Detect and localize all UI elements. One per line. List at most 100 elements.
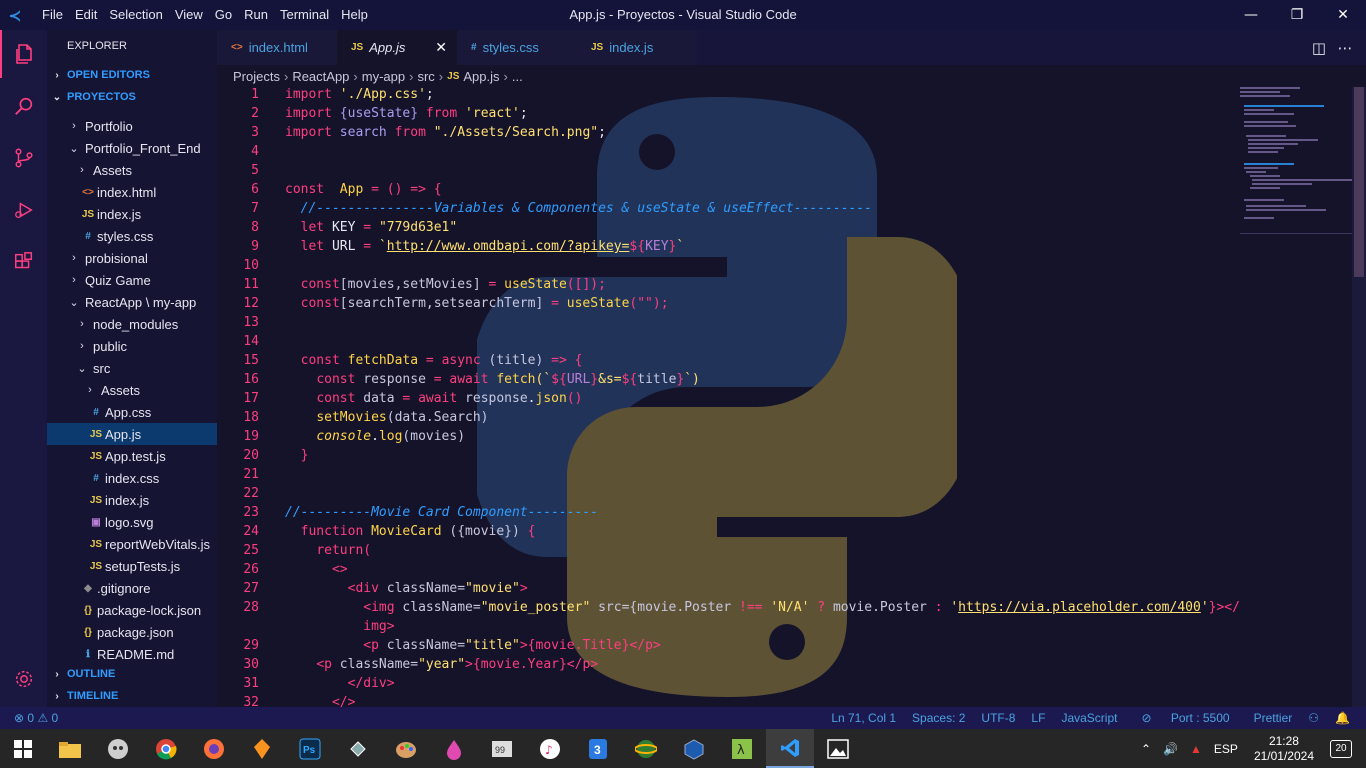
tab-index-js[interactable]: JS index.js <box>577 30 697 65</box>
tree-folder[interactable]: › public <box>47 335 217 357</box>
warning-tray-icon[interactable]: ▲ <box>1190 742 1202 756</box>
inkscape-icon[interactable] <box>334 729 382 768</box>
run-debug-icon[interactable] <box>0 186 47 234</box>
tree-folder[interactable]: ⌄ src <box>47 357 217 379</box>
photoshop-icon[interactable]: Ps <box>286 729 334 768</box>
menu-file[interactable]: File <box>36 0 69 30</box>
tree-file[interactable]: JS reportWebVitals.js <box>47 533 217 555</box>
menu-terminal[interactable]: Terminal <box>274 0 335 30</box>
terminal-99-icon[interactable]: 99 <box>478 729 526 768</box>
editor-scrollbar[interactable] <box>1352 87 1366 707</box>
tree-file[interactable]: JS index.js <box>47 489 217 511</box>
tree-file[interactable]: JS App.test.js <box>47 445 217 467</box>
chrome-icon[interactable] <box>142 729 190 768</box>
menu-help[interactable]: Help <box>335 0 374 30</box>
volume-icon[interactable]: 🔊 <box>1163 742 1178 756</box>
code-line: 6 const App = () => { <box>217 182 441 201</box>
indentation[interactable]: Spaces: 2 <box>912 711 965 725</box>
tab-styles-css[interactable]: # styles.css <box>457 30 577 65</box>
code-line: 13 <box>217 315 259 334</box>
menu-edit[interactable]: Edit <box>69 0 103 30</box>
encoding[interactable]: UTF-8 <box>981 711 1015 725</box>
tree-file[interactable]: <> index.html <box>47 181 217 203</box>
fl-studio-icon[interactable] <box>238 729 286 768</box>
tree-file[interactable]: JS index.js <box>47 203 217 225</box>
tree-folder[interactable]: › Assets <box>47 379 217 401</box>
close-tab-icon[interactable]: ✕ <box>435 39 447 56</box>
breadcrumb-item[interactable]: my-app <box>362 69 405 84</box>
menu-view[interactable]: View <box>169 0 209 30</box>
close-window-icon[interactable]: ✕ <box>1320 0 1366 30</box>
lambda-app-icon[interactable]: λ <box>718 729 766 768</box>
breadcrumb-item[interactable]: ... <box>512 69 523 84</box>
minimize-icon[interactable]: — <box>1228 0 1274 30</box>
more-actions-icon[interactable]: ⋯ <box>1332 39 1358 57</box>
ink-drop-icon[interactable] <box>430 729 478 768</box>
photos-icon[interactable] <box>814 729 862 768</box>
menu-go[interactable]: Go <box>209 0 238 30</box>
tree-file[interactable]: JS App.js <box>47 423 217 445</box>
end-of-line[interactable]: LF <box>1031 711 1045 725</box>
breadcrumb-item[interactable]: Projects <box>233 69 280 84</box>
firefox-icon[interactable] <box>190 729 238 768</box>
menu-run[interactable]: Run <box>238 0 274 30</box>
code-line: 15 const fetchData = async (title) => { <box>217 353 582 372</box>
prettier-status[interactable]: Prettier <box>1254 711 1293 725</box>
clock[interactable]: 21:28 21/01/2024 <box>1254 734 1314 764</box>
tree-folder[interactable]: › Quiz Game <box>47 269 217 291</box>
tab-index-html[interactable]: <> index.html <box>217 30 337 65</box>
breadcrumb-item[interactable]: App.js <box>463 69 499 84</box>
tree-file[interactable]: ▣ logo.svg <box>47 511 217 533</box>
open-editors-section[interactable]: › OPEN EDITORS <box>47 64 217 86</box>
app-3-icon[interactable]: 3 <box>574 729 622 768</box>
live-server-port[interactable]: ⊘ Port : 5500 <box>1133 711 1237 725</box>
tree-folder[interactable]: › probisional <box>47 247 217 269</box>
timeline-section[interactable]: › TIMELINE <box>47 685 217 707</box>
extensions-icon[interactable] <box>0 238 47 286</box>
notification-center-badge[interactable]: 20 <box>1330 739 1352 758</box>
search-icon[interactable] <box>0 82 47 130</box>
breadcrumb-item[interactable]: src <box>417 69 434 84</box>
tree-file[interactable]: {} package-lock.json <box>47 599 217 621</box>
globe-app-icon[interactable] <box>622 729 670 768</box>
notifications-bell-icon[interactable]: 🔔 <box>1335 711 1350 725</box>
source-control-icon[interactable] <box>0 134 47 182</box>
tree-file[interactable]: # styles.css <box>47 225 217 247</box>
virtualbox-icon[interactable] <box>670 729 718 768</box>
tree-file[interactable]: JS setupTests.js <box>47 555 217 577</box>
code-editor[interactable]: 1 import './App.css'; 2 import {useState} f… <box>217 87 1240 707</box>
proyectos-section[interactable]: ⌄ PROYECTOS <box>47 86 217 108</box>
scrollbar-thumb[interactable] <box>1354 87 1364 277</box>
tree-folder[interactable]: › node_modules <box>47 313 217 335</box>
itunes-icon[interactable]: ♪ <box>526 729 574 768</box>
minimap[interactable] <box>1240 87 1352 707</box>
tree-file[interactable]: # App.css <box>47 401 217 423</box>
tree-folder[interactable]: ⌄ Portfolio_Front_End <box>47 137 217 159</box>
vscode-taskbar-icon[interactable] <box>766 729 814 768</box>
explorer-icon[interactable] <box>0 30 47 78</box>
settings-gear-icon[interactable] <box>0 655 47 703</box>
file-explorer-icon[interactable] <box>46 729 94 768</box>
menu-selection[interactable]: Selection <box>103 0 168 30</box>
cursor-position[interactable]: Ln 71, Col 1 <box>831 711 896 725</box>
tree-file[interactable]: # index.css <box>47 467 217 489</box>
windows-start-icon[interactable] <box>0 729 46 768</box>
restore-icon[interactable]: ❐ <box>1274 0 1320 30</box>
paint-icon[interactable] <box>382 729 430 768</box>
split-editor-icon[interactable]: ◫ <box>1306 39 1332 57</box>
language-mode[interactable]: JavaScript <box>1061 711 1117 725</box>
breadcrumb-item[interactable]: ReactApp <box>292 69 349 84</box>
tree-file[interactable]: ◆ .gitignore <box>47 577 217 599</box>
tab-app-js[interactable]: JS App.js ✕ <box>337 30 457 65</box>
tree-folder[interactable]: › Portfolio <box>47 115 217 137</box>
tree-folder[interactable]: ⌄ ReactApp \ my-app <box>47 291 217 313</box>
tree-folder[interactable]: › Assets <box>47 159 217 181</box>
problems-indicator[interactable]: ⊗ 0 ⚠ 0 <box>0 711 58 725</box>
tree-file[interactable]: {} package.json <box>47 621 217 643</box>
game-app-icon[interactable] <box>94 729 142 768</box>
tree-file[interactable]: ℹ README.md <box>47 643 217 665</box>
chevron-up-icon[interactable]: ⌃ <box>1141 742 1151 756</box>
feedback-icon[interactable]: ⚇ <box>1308 711 1319 725</box>
outline-section[interactable]: › OUTLINE <box>47 663 217 685</box>
input-language[interactable]: ESP <box>1214 742 1238 756</box>
